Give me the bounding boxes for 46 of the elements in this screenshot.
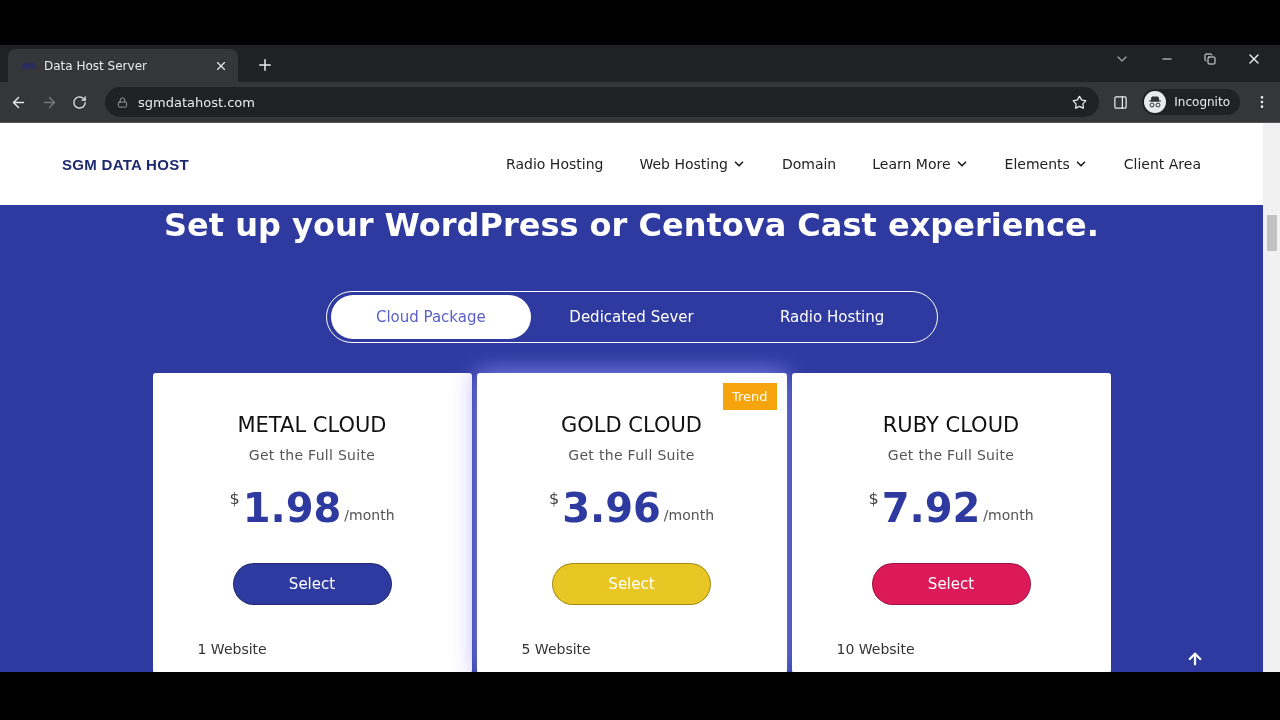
plan-name: METAL CLOUD [237,413,387,437]
lock-icon [117,96,128,108]
plan-feature: 5 Website [521,641,591,657]
plan-name: GOLD CLOUD [560,413,702,437]
currency-symbol: $ [229,489,240,508]
profile-button[interactable]: Incognito [1142,89,1240,115]
select-button[interactable]: Select [871,563,1031,605]
package-tab[interactable]: Radio Hosting [731,295,933,339]
plan-feature: 1 Website [197,641,267,657]
plan-name: RUBY CLOUD [882,413,1020,437]
price-period: /month [663,507,714,523]
favicon-icon [22,62,36,69]
price: 3.96 [562,485,661,531]
currency-symbol: $ [868,489,879,508]
side-panel-icon[interactable] [1113,94,1129,110]
incognito-icon [1144,91,1167,113]
price-period: /month [983,507,1034,523]
nav-link[interactable]: Radio Hosting [506,156,604,172]
price: 7.92 [881,485,981,531]
plan-subtitle: Get the Full Suite [568,447,695,463]
price-period: /month [344,507,395,523]
section-heading: Set up your WordPress or Centova Cast experience. [164,205,1099,245]
logo[interactable]: SGM DATA HOST [62,155,189,173]
browser-tab[interactable]: Data Host Server [8,49,238,82]
select-button[interactable]: Select [232,563,392,605]
price: 1.98 [242,485,342,531]
plan-subtitle: Get the Full Suite [248,447,376,463]
tab-title: Data Host Server [44,58,147,73]
star-icon[interactable] [1072,94,1088,110]
url-text: sgmdatahost.com [138,94,255,110]
package-tab[interactable]: Cloud Package [330,295,532,339]
plan-subtitle: Get the Full Suite [887,447,1015,463]
restore-icon[interactable] [1204,52,1216,65]
package-tab[interactable]: Dedicated Sever [531,295,732,339]
scrollbar[interactable] [1263,123,1280,672]
nav-link[interactable]: Domain [781,156,837,172]
nav-link[interactable]: Elements [1004,156,1088,172]
plan-feature: 10 Website [836,641,915,657]
trend-badge: Trend [722,383,777,410]
nav-link[interactable]: Learn More [872,156,969,172]
currency-symbol: $ [548,489,560,508]
address-bar[interactable]: sgmdatahost.com [105,87,1100,117]
nav-link[interactable]: Web Hosting [639,156,746,172]
reload-icon[interactable] [72,94,87,110]
nav-link[interactable]: Client Area [1123,156,1201,172]
new-tab-icon[interactable] [256,56,274,74]
